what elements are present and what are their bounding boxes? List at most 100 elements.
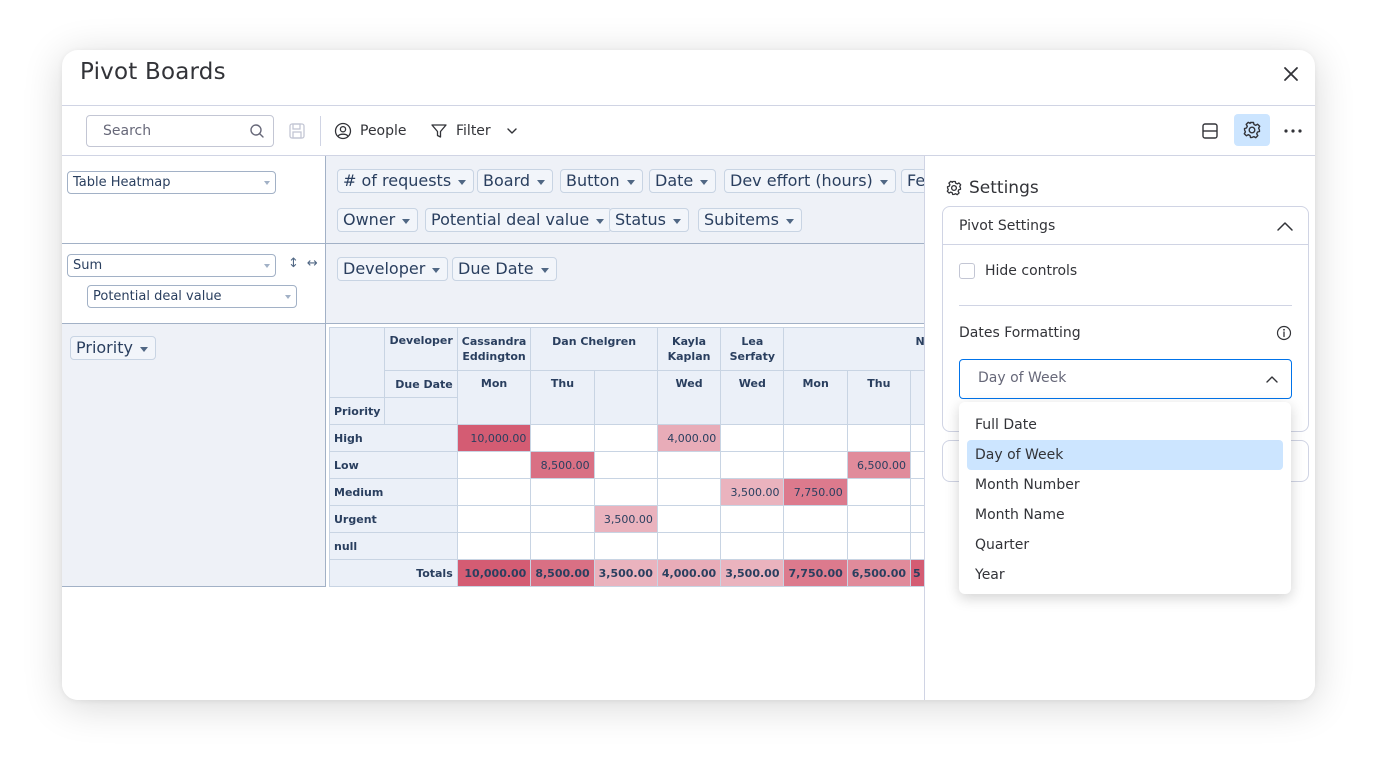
field-pill-label: Potential deal value (431, 210, 590, 229)
heatmap-cell: 3,500.00 (720, 478, 785, 506)
field-pill-label: Date (655, 171, 694, 190)
info-icon[interactable] (1276, 325, 1292, 341)
total-cell: 10,000.00 (456, 559, 532, 587)
field-pill-label: Fe (907, 171, 924, 190)
heatmap-cell (846, 505, 912, 533)
caret-down-icon (402, 219, 411, 224)
people-button[interactable]: People (334, 120, 407, 142)
caret-down-icon (596, 219, 605, 224)
field-pill[interactable]: Developer (337, 257, 449, 281)
hide-controls-checkbox[interactable] (959, 263, 975, 279)
heatmap-cell: 8,500.00 (530, 451, 595, 479)
dates-option[interactable]: Full Date (967, 410, 1283, 440)
dates-option[interactable]: Year (967, 560, 1283, 590)
more-options-button[interactable] (1281, 119, 1305, 143)
search-icon[interactable] (249, 123, 265, 139)
heatmap-cell (456, 451, 532, 479)
settings-button[interactable] (1234, 114, 1270, 146)
caret-down-icon (540, 268, 549, 273)
split-layout-icon (1202, 123, 1218, 139)
dates-formatting-select[interactable]: Day of Week (959, 359, 1292, 399)
layout-toggle-button[interactable] (1198, 119, 1222, 143)
field-pill[interactable]: Fe (901, 169, 924, 193)
search-box (86, 115, 274, 147)
field-pill-label: Developer (343, 259, 426, 278)
field-pill-label: Due Date (458, 259, 534, 278)
caret-down-icon (458, 180, 467, 185)
priority-row-label: High (329, 424, 458, 452)
heatmap-cell (783, 505, 848, 533)
heatmap-cell (530, 424, 595, 452)
dates-formatting-label: Dates Formatting (959, 325, 1081, 341)
field-pill[interactable]: Due Date (452, 257, 557, 281)
section-divider (959, 305, 1292, 306)
field-pill[interactable]: Date (649, 169, 717, 193)
save-icon[interactable] (288, 122, 306, 140)
pivot-boards-window: Pivot Boards People Filter (62, 50, 1315, 700)
aggregator-value: Sum (73, 258, 103, 273)
priority-row-label: Medium (329, 478, 458, 506)
field-pill[interactable]: Dev effort (hours) (724, 169, 896, 193)
field-pill[interactable]: Owner (337, 208, 419, 232)
more-dots-icon (1284, 129, 1302, 133)
filter-button[interactable]: Filter (430, 120, 519, 142)
heatmap-cell (910, 532, 924, 560)
filter-funnel-icon (431, 124, 447, 138)
field-pill-label: Status (615, 210, 666, 229)
heatmap-cell (783, 451, 848, 479)
field-pill-label: Priority (76, 338, 133, 357)
field-pill[interactable]: Priority (70, 336, 156, 360)
pivot-settings-title: Pivot Settings (959, 218, 1056, 234)
renderer-value: Table Heatmap (73, 175, 171, 190)
heatmap-cell (846, 532, 912, 560)
renderer-select[interactable]: Table Heatmap (67, 171, 276, 194)
due-date-column-header: Mon (456, 370, 532, 425)
field-pill[interactable]: Board (477, 169, 554, 193)
row-sort-icon[interactable]: ↕ (288, 256, 299, 271)
search-input[interactable] (87, 116, 247, 146)
heatmap-cell (910, 424, 924, 452)
aggregator-select[interactable]: Sum (67, 254, 276, 277)
settings-header: Settings (945, 178, 1039, 198)
close-button[interactable] (1279, 62, 1303, 86)
total-cell: 5 (910, 559, 924, 587)
field-pill[interactable]: Status (609, 208, 689, 232)
developer-column-header: Kayla Kaplan (656, 327, 722, 371)
pivot-settings-header[interactable]: Pivot Settings (943, 207, 1308, 245)
field-pill-label: Dev effort (hours) (730, 171, 873, 190)
field-pill[interactable]: Potential deal value (425, 208, 613, 232)
priority-row-label: Urgent (329, 505, 458, 533)
filter-label: Filter (456, 123, 491, 139)
due-date-column-header: Thu (846, 370, 912, 425)
person-circle-icon (334, 122, 352, 140)
heatmap-cell (846, 478, 912, 506)
heatmap-cell (593, 532, 658, 560)
field-pill[interactable]: # of requests (337, 169, 475, 193)
heatmap-cell (530, 478, 595, 506)
heatmap-cell (656, 532, 722, 560)
priority-row-label: Low (329, 451, 458, 479)
hide-controls-option[interactable]: Hide controls (959, 263, 1077, 279)
due-date-column-header: Wed (656, 370, 722, 425)
heatmap-cell (720, 532, 785, 560)
row-fields-area: Priority (62, 324, 326, 587)
gear-icon (1243, 121, 1261, 139)
dates-option[interactable]: Quarter (967, 530, 1283, 560)
col-sort-icon[interactable]: ↔ (307, 256, 318, 271)
heatmap-cell (720, 451, 785, 479)
chevron-up-icon (1266, 376, 1278, 383)
heatmap-cell (456, 505, 532, 533)
heatmap-cell (456, 478, 532, 506)
dates-option[interactable]: Month Name (967, 500, 1283, 530)
caret-down-icon (139, 347, 148, 352)
due-date-column-header (593, 370, 658, 425)
developer-column-header: Cassandra Eddington (456, 327, 532, 371)
developer-column-header: N (783, 327, 924, 371)
dates-option[interactable]: Month Number (967, 470, 1283, 500)
dates-option[interactable]: Day of Week (967, 440, 1283, 470)
heatmap-cell (656, 478, 722, 506)
aggregate-field-select[interactable]: Potential deal value (87, 285, 297, 308)
field-pill[interactable]: Button (560, 169, 643, 193)
total-cell: 4,000.00 (656, 559, 722, 587)
field-pill[interactable]: Subitems (698, 208, 802, 232)
